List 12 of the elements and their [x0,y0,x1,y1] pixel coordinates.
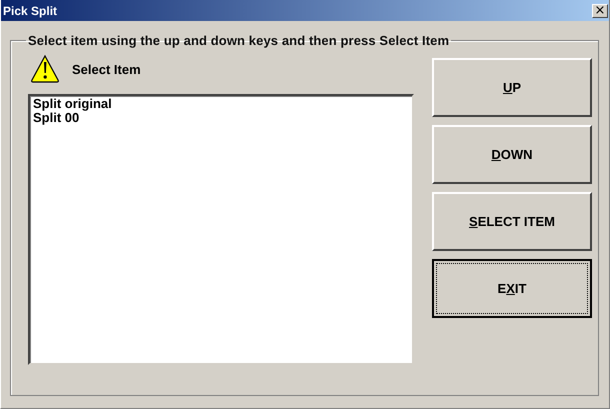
prompt-label: Select Item [72,62,141,76]
action-button[interactable]: SELECT ITEM [432,192,592,251]
action-button[interactable]: UP [432,58,592,117]
close-button[interactable]: × [592,4,608,18]
list-box[interactable]: Split original Split 00 [28,94,414,365]
group-caption: Select item using the up and down keys and then press Select Item [27,33,450,48]
list-item[interactable]: Split original [33,97,112,111]
warning-icon [30,54,60,84]
window-title: Pick Split [3,4,58,18]
action-button[interactable]: DOWN [432,125,592,184]
list-item[interactable]: Split 00 [33,111,80,125]
action-button[interactable]: EXIT [432,259,592,318]
